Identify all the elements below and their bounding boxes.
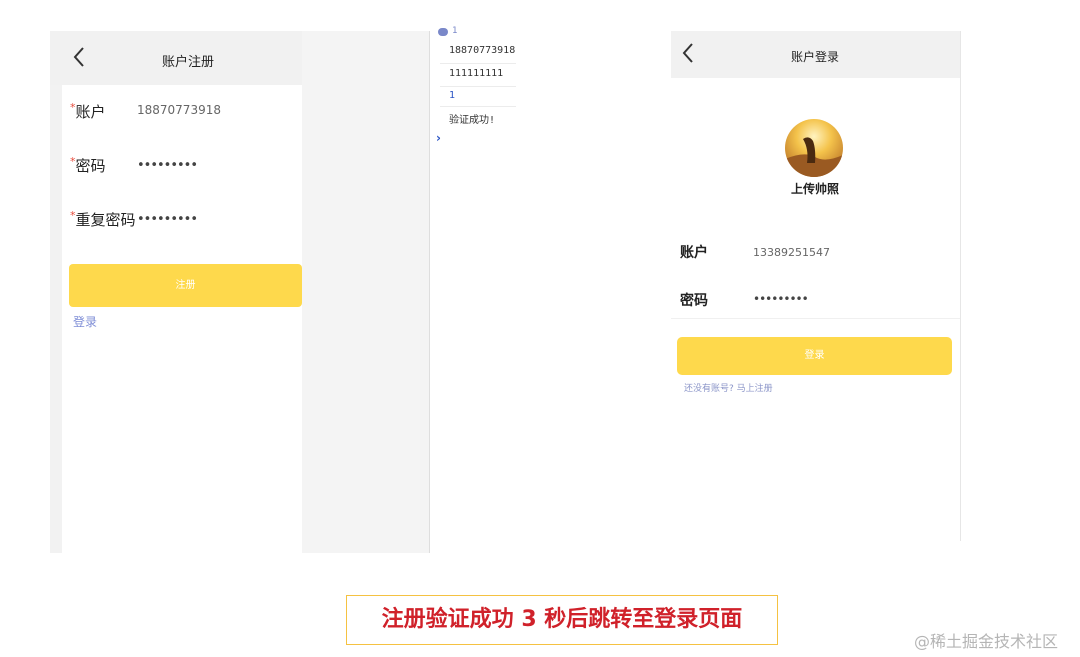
password-label: *密码 xyxy=(70,155,106,176)
gap-panel xyxy=(302,31,429,553)
devtools-console xyxy=(429,31,520,553)
password-input[interactable]: ••••••••• xyxy=(137,158,198,173)
console-line: 1 xyxy=(449,90,456,101)
login-button[interactable]: 登录 xyxy=(677,337,952,375)
console-separator xyxy=(440,86,516,87)
password-label-text: 密码 xyxy=(75,157,106,175)
console-separator xyxy=(440,106,516,107)
account-label-text: 账户 xyxy=(75,103,106,121)
account-label: 账户 xyxy=(680,245,708,261)
account-label: *账户 xyxy=(70,101,106,122)
repeat-password-label-text: 重复密码 xyxy=(75,211,136,229)
avatar[interactable] xyxy=(785,119,843,177)
console-count-badge xyxy=(438,28,448,36)
console-separator xyxy=(440,63,516,64)
password-label: 密码 xyxy=(680,293,708,309)
console-line: 18870773918 xyxy=(449,45,516,56)
password-input[interactable]: ••••••••• xyxy=(753,292,809,306)
register-page-title: 账户注册 xyxy=(161,55,214,70)
repeat-password-label: *重复密码 xyxy=(70,209,136,230)
account-input[interactable]: 13389251547 xyxy=(753,246,830,259)
login-link[interactable]: 登录 xyxy=(73,313,97,330)
upload-photo-label[interactable]: 上传帅照 xyxy=(771,180,859,197)
watermark: @稀土掘金技术社区 xyxy=(914,632,1059,651)
register-button[interactable]: 注册 xyxy=(69,264,302,307)
login-screen xyxy=(671,31,961,541)
account-input[interactable]: 18870773918 xyxy=(137,103,221,117)
divider xyxy=(671,318,960,319)
console-line: 111111111 xyxy=(449,68,504,79)
register-link[interactable]: 还没有账号? 马上注册 xyxy=(684,381,773,394)
repeat-password-input[interactable]: ••••••••• xyxy=(137,212,198,227)
register-left-gutter xyxy=(50,31,62,553)
console-line: 验证成功! xyxy=(449,115,496,126)
console-prompt-icon[interactable]: › xyxy=(436,131,441,145)
login-page-title: 账户登录 xyxy=(790,50,839,64)
console-count: 1 xyxy=(452,26,458,36)
caption: 注册验证成功 3 秒后跳转至登录页面 xyxy=(346,595,778,645)
